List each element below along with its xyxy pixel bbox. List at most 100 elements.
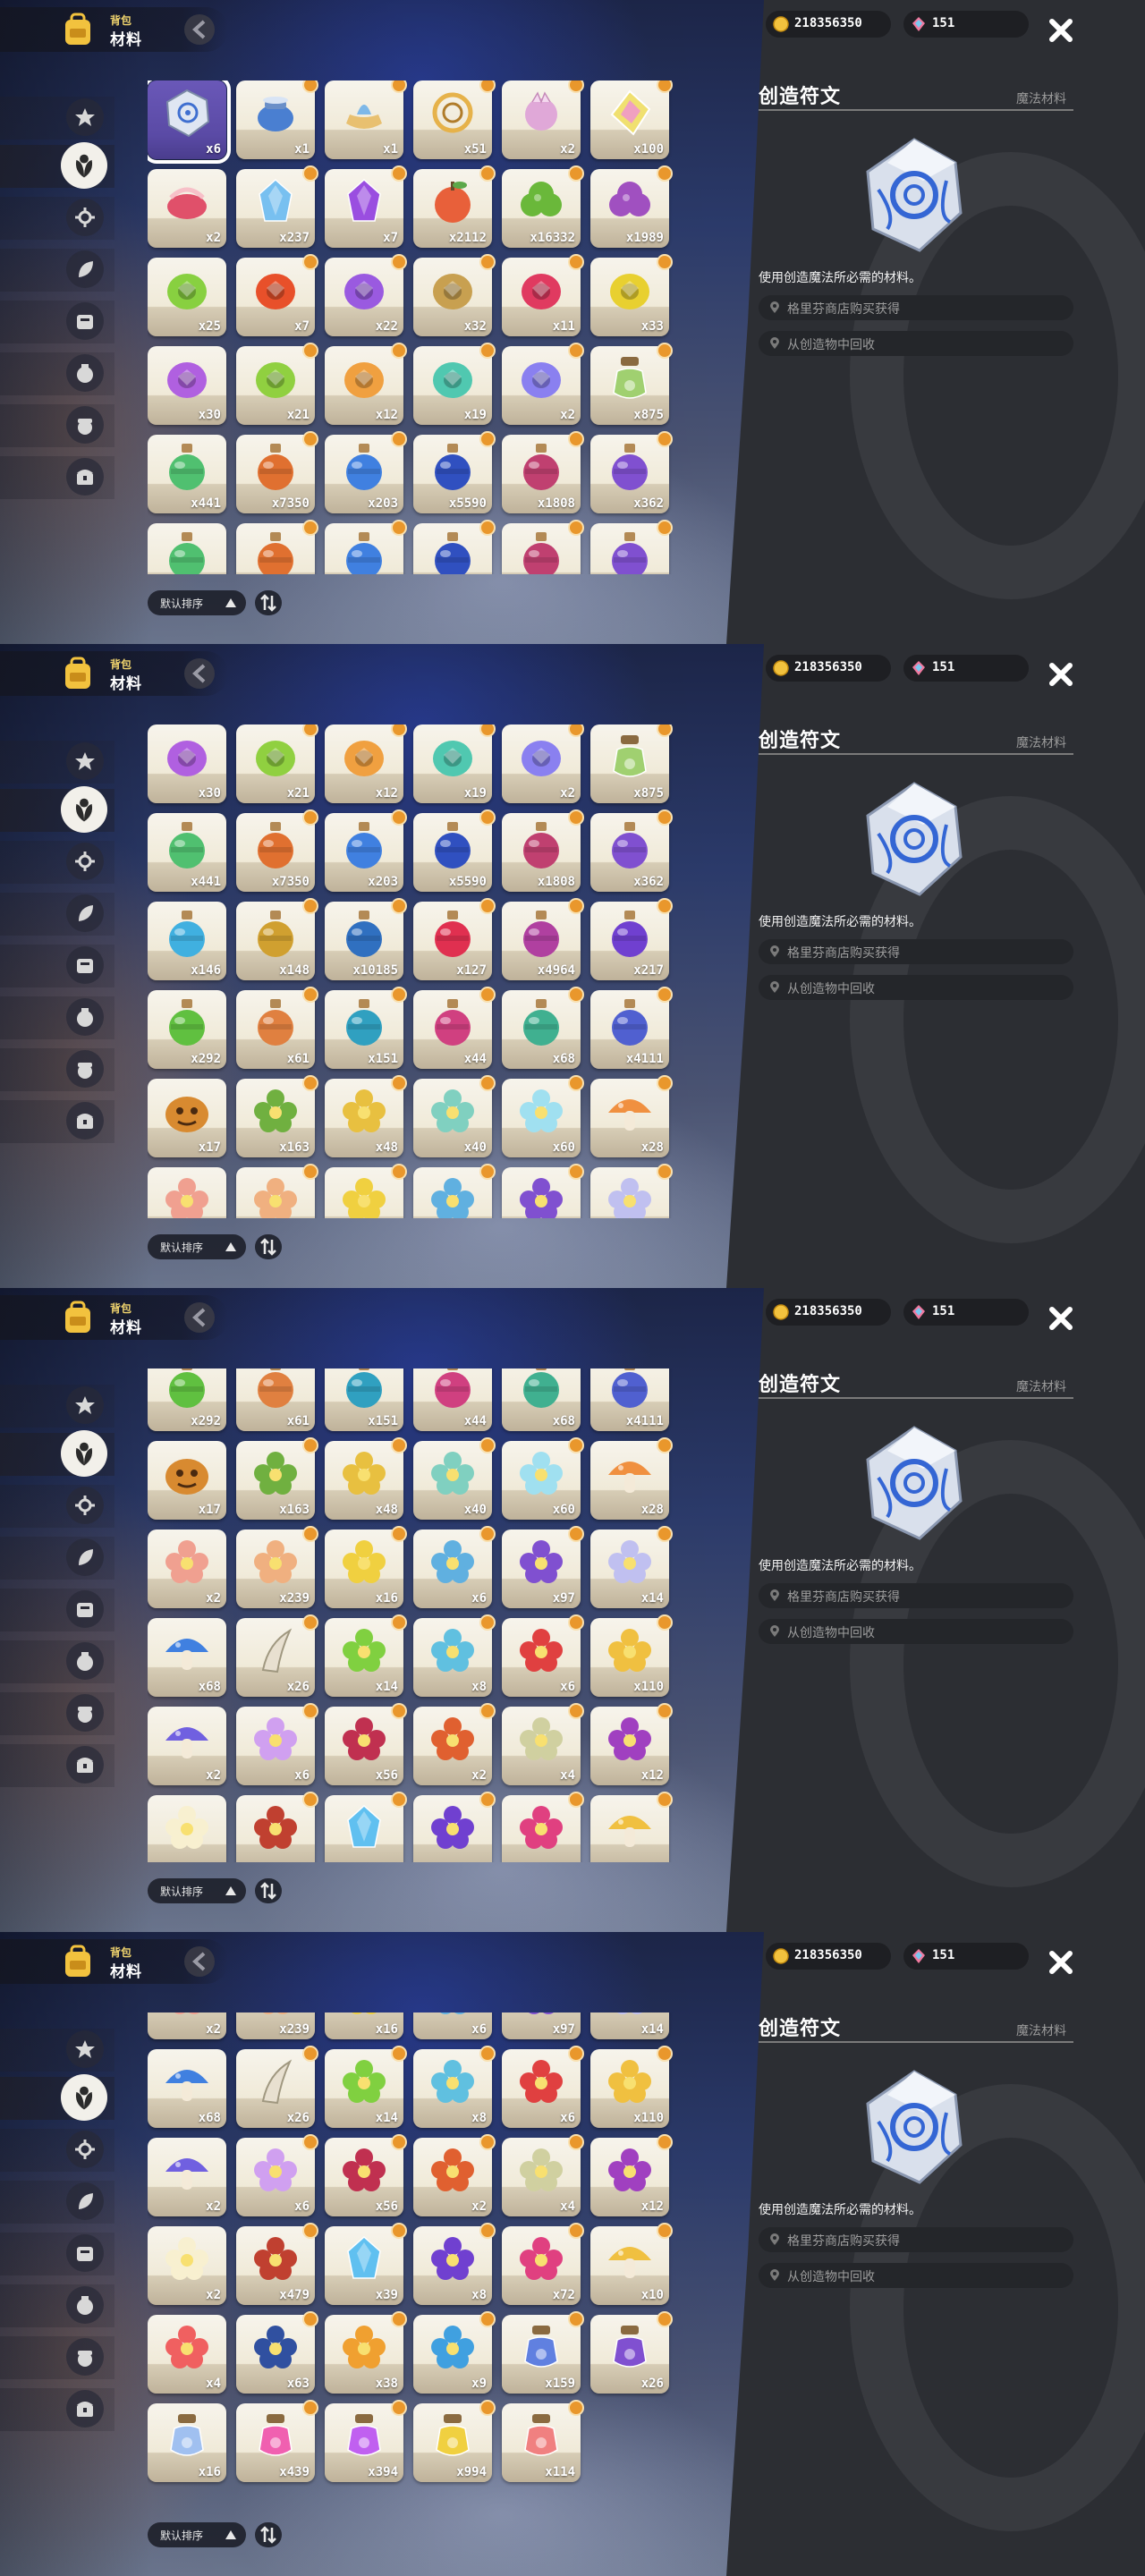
item-slot[interactable]: x22 [325,254,407,336]
category-tab[interactable] [66,2286,104,2324]
category-tab[interactable] [66,946,104,984]
item-slot[interactable]: x2 [148,169,226,248]
item-slot[interactable] [413,1792,496,1862]
sort-order-button[interactable] [255,2522,282,2547]
item-slot[interactable]: x4 [502,1703,584,1785]
item-slot[interactable]: x48 [325,1075,407,1157]
item-slot[interactable]: x7 [325,165,407,248]
category-tab[interactable] [66,354,104,392]
item-slot[interactable]: x2 [148,2138,226,2216]
item-slot[interactable]: x8 [413,2046,496,2128]
category-tab[interactable] [61,2074,107,2121]
item-slot[interactable]: x217 [590,898,673,980]
category-tab[interactable] [66,998,104,1036]
item-slot[interactable]: x479 [236,2223,318,2305]
item-slot[interactable]: x110 [590,1614,673,1697]
item-slot[interactable]: x203 [325,431,407,513]
item-slot[interactable]: x148 [236,898,318,980]
category-tab[interactable] [61,142,107,189]
item-slot[interactable] [236,1164,318,1218]
item-slot[interactable] [148,523,226,574]
item-slot[interactable] [590,520,673,574]
item-slot[interactable]: x994 [413,2400,496,2482]
item-slot[interactable]: x4 [502,2134,584,2216]
item-slot[interactable]: x2 [148,1707,226,1785]
item-slot[interactable]: x97 [502,2012,581,2039]
item-slot[interactable]: x6 [502,1614,584,1697]
close-button[interactable] [1047,660,1075,689]
category-tab[interactable] [66,2182,104,2220]
category-tab[interactable] [66,458,104,496]
category-tab[interactable] [66,1590,104,1628]
category-tab[interactable] [66,1050,104,1088]
item-slot[interactable]: x56 [325,2134,407,2216]
item-slot[interactable]: x48 [325,1437,407,1520]
item-slot[interactable]: x16332 [502,165,584,248]
item-slot[interactable]: x7 [236,254,318,336]
category-tab[interactable] [66,2030,104,2068]
category-tab[interactable] [66,2390,104,2428]
item-slot[interactable]: x2 [413,1703,496,1785]
sort-order-button[interactable] [255,590,282,615]
item-slot[interactable]: x151 [325,1368,403,1431]
item-slot[interactable]: x21 [236,343,318,425]
category-tab[interactable] [66,1694,104,1732]
item-slot[interactable]: x875 [590,343,673,425]
item-slot[interactable]: x6 [236,2134,318,2216]
item-slot[interactable]: x72 [502,2223,584,2305]
item-slot[interactable]: x68 [502,987,584,1069]
item-slot[interactable]: x1808 [502,431,584,513]
item-slot[interactable]: x163 [236,1437,318,1520]
item-slot[interactable]: x4964 [502,898,584,980]
item-slot[interactable]: x292 [148,1368,226,1431]
item-slot[interactable]: x2 [148,2012,226,2039]
category-tab[interactable] [66,1102,104,1140]
item-slot[interactable]: x441 [148,435,226,513]
item-slot[interactable]: x38 [325,2311,407,2394]
item-slot[interactable]: x4111 [590,987,673,1069]
item-grid[interactable]: x30 x21 x12 x19 x2 x875 x441 x7350 x203 x5590 x180… [148,724,675,1218]
item-slot[interactable]: x39 [325,2223,407,2305]
category-tab[interactable] [66,250,104,288]
category-tab[interactable] [66,1386,104,1424]
item-slot[interactable]: x14 [325,1614,407,1697]
item-slot[interactable]: x2 [502,724,584,803]
item-slot[interactable]: x292 [148,990,226,1069]
header-back-button[interactable] [184,1946,215,1977]
category-tab[interactable] [66,2234,104,2272]
item-slot[interactable]: x56 [325,1703,407,1785]
item-slot[interactable]: x68 [148,1618,226,1697]
item-slot[interactable] [325,520,407,574]
header-back-button[interactable] [184,658,215,689]
item-slot[interactable]: x26 [236,1614,318,1697]
item-slot[interactable]: x9 [413,2311,496,2394]
category-tab[interactable] [66,302,104,340]
item-slot[interactable]: x100 [590,80,673,159]
item-slot[interactable]: x10 [590,2223,673,2305]
item-slot[interactable]: x6 [413,1526,496,1608]
item-slot[interactable] [502,1792,584,1862]
item-slot[interactable]: x14 [590,1526,673,1608]
item-slot[interactable]: x61 [236,1368,315,1431]
item-slot[interactable]: x19 [413,724,496,803]
item-slot[interactable]: x151 [325,987,407,1069]
header-back-button[interactable] [184,1302,215,1333]
item-slot[interactable]: x68 [502,1368,581,1431]
item-slot[interactable]: x203 [325,809,407,892]
item-slot[interactable]: x97 [502,1526,584,1608]
item-slot[interactable] [413,520,496,574]
item-slot[interactable]: x14 [590,2012,669,2039]
item-slot[interactable]: x30 [148,724,226,803]
item-slot[interactable]: x40 [413,1075,496,1157]
item-slot[interactable]: x6 [502,2046,584,2128]
item-slot[interactable]: x28 [590,1075,673,1157]
sort-order-button[interactable] [255,1234,282,1259]
item-slot[interactable]: x63 [236,2311,318,2394]
item-slot[interactable]: x4111 [590,1368,669,1431]
item-slot[interactable]: x1 [236,80,318,159]
item-slot[interactable]: x60 [502,1437,584,1520]
item-slot[interactable]: x875 [590,724,673,803]
item-slot[interactable]: x14 [325,2046,407,2128]
item-grid[interactable]: x6 x1 x1 x51 x2 x100 x2 x237 x7 x2112 x16332 x1989 x… [148,80,675,574]
item-slot[interactable] [325,1792,407,1862]
